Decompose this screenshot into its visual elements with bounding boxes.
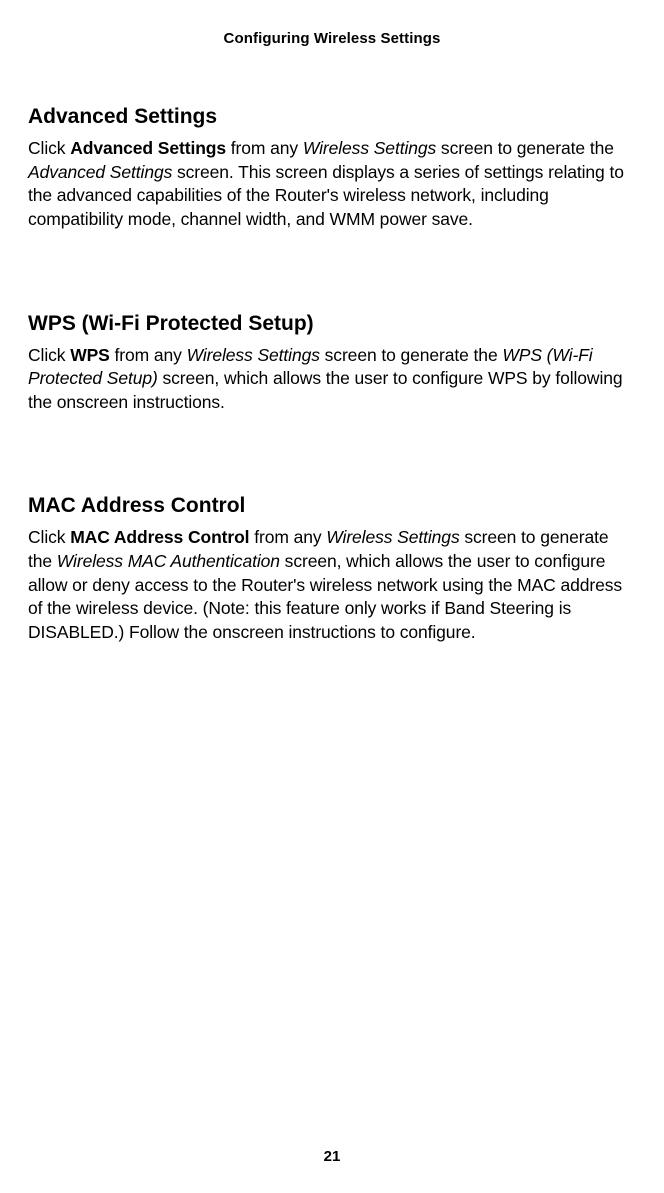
- text-run: Click: [28, 345, 70, 365]
- section-heading-mac-address-control: MAC Address Control: [28, 494, 636, 518]
- section-heading-wps: WPS (Wi-Fi Protected Setup): [28, 312, 636, 336]
- document-page: Configuring Wireless Settings Advanced S…: [0, 0, 664, 1193]
- text-run: Click: [28, 138, 70, 158]
- text-italic: Wireless Settings: [187, 345, 320, 365]
- text-run: screen to generate the: [320, 345, 502, 365]
- text-run: screen to generate the: [436, 138, 614, 158]
- text-bold: MAC Address Control: [70, 527, 249, 547]
- text-bold: Advanced Settings: [70, 138, 226, 158]
- text-run: from any: [226, 138, 303, 158]
- text-bold: WPS: [70, 345, 110, 365]
- section-body-advanced-settings: Click Advanced Settings from any Wireles…: [28, 137, 636, 232]
- section-heading-advanced-settings: Advanced Settings: [28, 105, 636, 129]
- text-italic: Wireless MAC Authentication: [57, 551, 280, 571]
- page-number: 21: [0, 1148, 664, 1165]
- text-run: from any: [110, 345, 187, 365]
- section-body-mac-address-control: Click MAC Address Control from any Wirel…: [28, 526, 636, 644]
- text-run: from any: [249, 527, 326, 547]
- page-header: Configuring Wireless Settings: [28, 30, 636, 47]
- text-italic: Wireless Settings: [326, 527, 459, 547]
- text-run: Click: [28, 527, 70, 547]
- text-italic: Advanced Settings: [28, 162, 172, 182]
- text-italic: Wireless Settings: [303, 138, 436, 158]
- section-body-wps: Click WPS from any Wireless Settings scr…: [28, 344, 636, 415]
